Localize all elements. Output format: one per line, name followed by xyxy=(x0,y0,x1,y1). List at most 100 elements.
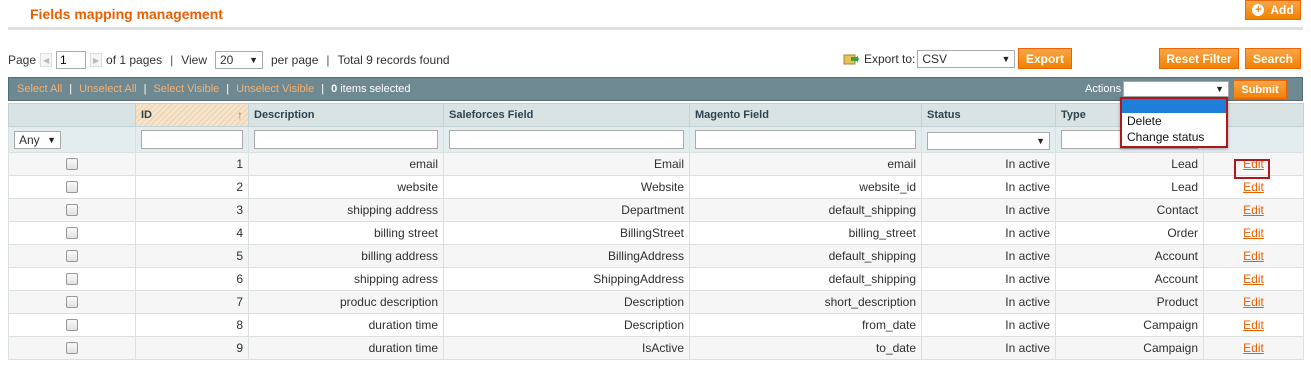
row-checkbox[interactable] xyxy=(66,250,78,262)
cell-salesforce-field: Description xyxy=(443,313,690,337)
reset-filter-button[interactable]: Reset Filter xyxy=(1159,48,1239,69)
cell-action: Edit xyxy=(1203,221,1304,245)
cell-salesforce-field: Description xyxy=(443,290,690,314)
salesforce-field-filter-input[interactable] xyxy=(449,130,684,149)
search-button[interactable]: Search xyxy=(1245,48,1301,69)
table-row[interactable]: 8 duration time Description from_date In act… xyxy=(8,313,1304,337)
row-checkbox[interactable] xyxy=(66,273,78,285)
massaction-filter-select[interactable]: Any ▼ xyxy=(14,130,61,149)
cell-description: shipping address xyxy=(248,198,444,222)
table-row[interactable]: 2 website Website website_id In active Lead Ed… xyxy=(8,175,1304,199)
cell-action: Edit xyxy=(1203,198,1304,222)
chevron-down-icon: ▼ xyxy=(1215,84,1224,94)
table-row[interactable]: 4 billing street BillingStreet billing_stre… xyxy=(8,221,1304,245)
cell-type: Account xyxy=(1055,267,1204,291)
actions-option-change-status[interactable]: Change status xyxy=(1122,129,1226,145)
edit-link[interactable]: Edit xyxy=(1209,157,1298,171)
description-filter-input[interactable] xyxy=(254,130,438,149)
page-number-input[interactable] xyxy=(56,51,87,69)
cell-magento-field: default_shipping xyxy=(689,198,922,222)
select-visible-link[interactable]: Select Visible xyxy=(153,83,219,95)
cell-magento-field: default_shipping xyxy=(689,267,922,291)
cell-action: Edit xyxy=(1203,290,1304,314)
row-checkbox[interactable] xyxy=(66,158,78,170)
cell-description: billing street xyxy=(248,221,444,245)
sort-ascending-icon: ↑ xyxy=(237,108,243,122)
edit-link[interactable]: Edit xyxy=(1209,226,1298,240)
total-records: Total 9 records found xyxy=(337,53,450,67)
magento-field-filter-input[interactable] xyxy=(695,130,916,149)
add-button[interactable]: + Add xyxy=(1245,0,1301,20)
submit-button[interactable]: Submit xyxy=(1233,80,1287,99)
header-row: ID ↑ Description Saleforces Field Magent… xyxy=(8,103,1304,127)
selected-count: 0 xyxy=(331,83,338,95)
chevron-down-icon: ▼ xyxy=(47,134,56,145)
column-header-description[interactable]: Description xyxy=(248,103,444,127)
edit-link[interactable]: Edit xyxy=(1209,318,1298,332)
table-row[interactable]: 5 billing address BillingAddress default_sh… xyxy=(8,244,1304,268)
view-label: View xyxy=(181,53,207,67)
cell-id: 3 xyxy=(135,198,249,222)
status-filter-select[interactable]: ▼ xyxy=(927,131,1050,150)
mapping-grid: ID ↑ Description Saleforces Field Magent… xyxy=(8,103,1304,360)
of-pages-text: of 1 pages xyxy=(106,53,163,67)
edit-link[interactable]: Edit xyxy=(1209,249,1298,263)
actions-option-delete[interactable]: Delete xyxy=(1122,113,1226,129)
cell-status: In active xyxy=(921,267,1056,291)
page-title: Fields mapping management xyxy=(30,6,223,22)
cell-status: In active xyxy=(921,336,1056,360)
table-row[interactable]: 7 produc description Description short_desc… xyxy=(8,290,1304,314)
table-row[interactable]: 9 duration time IsActive to_date In active Ca… xyxy=(8,336,1304,360)
row-checkbox[interactable] xyxy=(66,227,78,239)
row-checkbox[interactable] xyxy=(66,342,78,354)
table-row[interactable]: 1 email Email email In active Lead Edit xyxy=(8,152,1304,176)
id-filter-input[interactable] xyxy=(141,130,243,149)
cell-salesforce-field: Department xyxy=(443,198,690,222)
cell-id: 9 xyxy=(135,336,249,360)
select-all-link[interactable]: Select All xyxy=(17,83,62,95)
row-checkbox[interactable] xyxy=(66,296,78,308)
row-checkbox[interactable] xyxy=(66,204,78,216)
cell-checkbox xyxy=(8,152,136,176)
cell-id: 4 xyxy=(135,221,249,245)
cell-salesforce-field: ShippingAddress xyxy=(443,267,690,291)
export-format-select[interactable]: CSV ▼ xyxy=(917,50,1016,68)
cell-status: In active xyxy=(921,221,1056,245)
column-header-salesforce-field[interactable]: Saleforces Field xyxy=(443,103,690,127)
actions-select[interactable]: ▼ xyxy=(1123,81,1229,97)
unselect-all-link[interactable]: Unselect All xyxy=(79,83,136,95)
cell-id: 5 xyxy=(135,244,249,268)
edit-link[interactable]: Edit xyxy=(1209,272,1298,286)
unselect-visible-link[interactable]: Unselect Visible xyxy=(236,83,314,95)
column-header-checkbox xyxy=(8,103,136,127)
row-checkbox[interactable] xyxy=(66,181,78,193)
cell-id: 8 xyxy=(135,313,249,337)
selected-label: items selected xyxy=(340,83,411,95)
edit-link[interactable]: Edit xyxy=(1209,180,1298,194)
edit-link[interactable]: Edit xyxy=(1209,341,1298,355)
add-button-label: Add xyxy=(1270,3,1294,17)
prev-page-arrow-icon[interactable]: ◀ xyxy=(40,53,53,67)
export-icon xyxy=(843,54,859,65)
edit-link[interactable]: Edit xyxy=(1209,203,1298,217)
column-header-status[interactable]: Status xyxy=(921,103,1056,127)
cell-id: 1 xyxy=(135,152,249,176)
export-button[interactable]: Export xyxy=(1018,48,1072,69)
cell-type: Contact xyxy=(1055,198,1204,222)
cell-checkbox xyxy=(8,175,136,199)
row-checkbox[interactable] xyxy=(66,319,78,331)
export-area: Export to: CSV ▼ xyxy=(843,49,1016,69)
next-page-arrow-icon[interactable]: ▶ xyxy=(90,53,103,67)
column-header-magento-field[interactable]: Magento Field xyxy=(689,103,922,127)
table-row[interactable]: 6 shipping adress ShippingAddress default_s… xyxy=(8,267,1304,291)
edit-link[interactable]: Edit xyxy=(1209,295,1298,309)
table-row[interactable]: 3 shipping address Department default_shipp… xyxy=(8,198,1304,222)
column-header-id[interactable]: ID ↑ xyxy=(135,103,249,127)
per-page-select[interactable]: 20 ▼ xyxy=(215,51,263,69)
cell-action: Edit xyxy=(1203,152,1304,176)
cell-type: Lead xyxy=(1055,175,1204,199)
filter-row: Any ▼ ▼ xyxy=(8,126,1304,153)
actions-option-blank[interactable] xyxy=(1122,99,1226,113)
cell-id: 2 xyxy=(135,175,249,199)
cell-description: website xyxy=(248,175,444,199)
